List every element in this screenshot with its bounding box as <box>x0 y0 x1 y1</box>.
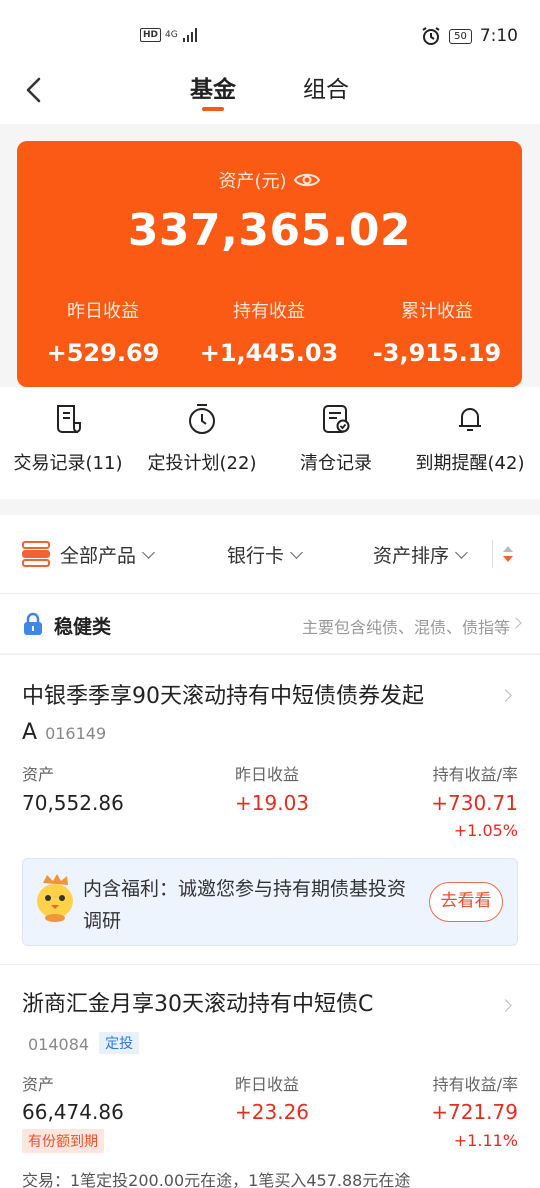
checked-document-icon <box>323 405 350 433</box>
product-list-icon <box>22 541 50 567</box>
shortcut-row: 交易记录(11) 定投计划(22) 清仓记录 到期提醒(42) <box>0 387 540 499</box>
yesterday-header: 昨日收益 <box>235 765 300 784</box>
yesterday-header: 昨日收益 <box>235 1075 300 1094</box>
filter-label: 全部产品 <box>60 545 137 567</box>
fund-yesterday-income: +23.26 <box>235 1100 310 1124</box>
fund-asset: 66,474.86 <box>22 1100 124 1124</box>
category-description: 主要包含纯债、混债、债指等 <box>301 618 510 637</box>
shortcut-trade-records[interactable]: 交易记录(11) <box>6 403 130 475</box>
tab-portfolio[interactable]: 组合 <box>303 70 349 104</box>
mascot-icon <box>37 874 73 922</box>
fund-holding-rate: +1.11% <box>453 1131 518 1150</box>
asset-label-row: 资产(元) <box>17 167 522 193</box>
asset-header: 资产 <box>22 765 55 784</box>
filter-bar: 全部产品 银行卡 资产排序 <box>0 515 540 593</box>
fund-code: 016149 <box>45 724 107 743</box>
chevron-right-icon <box>510 617 522 629</box>
clock: 7:10 <box>479 26 518 46</box>
shortcut-label: 清仓记录 <box>300 453 372 474</box>
asset-summary-card: 资产(元) 337,365.02 昨日收益 +529.69 持有收益 +1,44… <box>17 141 522 387</box>
holding-header: 持有收益/率 <box>432 765 518 784</box>
network-label: 4G <box>165 30 178 40</box>
alarm-icon <box>422 27 440 45</box>
category-header[interactable]: 稳健类 主要包含纯债、混债、债指等 <box>0 593 540 653</box>
chevron-right-icon <box>499 689 512 702</box>
asset-total: 337,365.02 <box>127 205 412 256</box>
asset-label: 资产(元) <box>218 171 287 192</box>
cumulative-income: 累计收益 -3,915.19 <box>353 297 521 367</box>
divider <box>492 540 493 568</box>
shortcut-expiry-reminder[interactable]: 到期提醒(42) <box>408 403 532 475</box>
fund-holding-income: +721.79 <box>431 1100 518 1124</box>
stat-value: -3,915.19 <box>372 339 502 367</box>
asset-header: 资产 <box>22 1075 55 1094</box>
shortcut-label: 交易记录(11) <box>13 453 123 474</box>
stat-value: +529.69 <box>46 339 160 367</box>
chevron-right-icon <box>499 999 512 1012</box>
fund-yesterday-income: +19.03 <box>235 791 310 815</box>
auto-invest-tag: 定投 <box>99 1032 140 1054</box>
promo-banner[interactable]: 内含福利：诚邀您参与持有期债基投资调研 去看看 <box>22 858 518 946</box>
active-tab-indicator <box>202 107 224 111</box>
stat-label: 昨日收益 <box>67 301 139 322</box>
status-right: 50 7:10 <box>421 26 518 46</box>
stat-label: 累计收益 <box>401 301 473 322</box>
expiry-badge: 有份额到期 <box>22 1129 104 1153</box>
trade-status: 交易：1笔定投200.00元在途，1笔买入457.88元在途 <box>22 1171 411 1188</box>
signal-icon <box>182 28 197 42</box>
lock-icon <box>24 612 42 635</box>
hd-icon: HD <box>140 28 162 42</box>
fund-card[interactable]: 浙商汇金月享30天滚动持有中短债C 014084 定投 资产 昨日收益 持有收益/… <box>0 964 540 1188</box>
network-status: HD 4G <box>140 28 200 42</box>
eye-icon[interactable] <box>293 170 321 190</box>
top-nav: 基金 组合 <box>0 62 540 124</box>
battery-icon: 50 <box>449 28 472 44</box>
category-title: 稳健类 <box>54 616 112 638</box>
status-bar: HD 4G 50 7:10 <box>0 0 540 68</box>
tab-fund[interactable]: 基金 <box>190 70 236 104</box>
fund-code-row: 014084 定投 <box>28 1032 140 1054</box>
timer-icon <box>189 404 215 434</box>
promo-go-button[interactable]: 去看看 <box>429 882 503 922</box>
fund-name-row: 中银季季享90天滚动持有中短债债券发起A 016149 <box>22 679 492 752</box>
chevron-down-icon <box>455 545 468 559</box>
holding-income: 持有收益 +1,445.03 <box>185 297 353 367</box>
holding-header: 持有收益/率 <box>432 1075 518 1094</box>
fund-holding-income: +730.71 <box>431 791 518 815</box>
filter-label: 资产排序 <box>373 545 450 567</box>
filter-asset-sort[interactable]: 资产排序 <box>373 541 468 568</box>
filter-label: 银行卡 <box>227 545 285 567</box>
bell-icon <box>459 408 481 431</box>
shortcut-auto-invest[interactable]: 定投计划(22) <box>140 403 264 475</box>
document-icon <box>57 405 81 433</box>
shortcut-label: 定投计划(22) <box>147 453 257 474</box>
filter-all-products[interactable]: 全部产品 <box>60 541 155 568</box>
promo-text: 内含福利：诚邀您参与持有期债基投资调研 <box>83 878 407 932</box>
stat-label: 持有收益 <box>233 301 305 322</box>
stat-value: +1,445.03 <box>199 339 339 367</box>
back-arrow-icon[interactable] <box>22 76 46 104</box>
shortcut-closed-positions[interactable]: 清仓记录 <box>274 403 398 475</box>
chevron-down-icon <box>142 545 155 559</box>
sort-order-icon[interactable] <box>502 545 514 563</box>
fund-code: 014084 <box>28 1035 90 1054</box>
shortcut-label: 到期提醒(42) <box>415 453 525 474</box>
chevron-down-icon <box>290 545 303 559</box>
fund-asset: 70,552.86 <box>22 791 124 815</box>
filter-bank-card[interactable]: 银行卡 <box>227 541 303 568</box>
fund-name: 浙商汇金月享30天滚动持有中短债C <box>22 992 374 1017</box>
yesterday-income: 昨日收益 +529.69 <box>19 297 187 367</box>
fund-holding-rate: +1.05% <box>453 821 518 840</box>
